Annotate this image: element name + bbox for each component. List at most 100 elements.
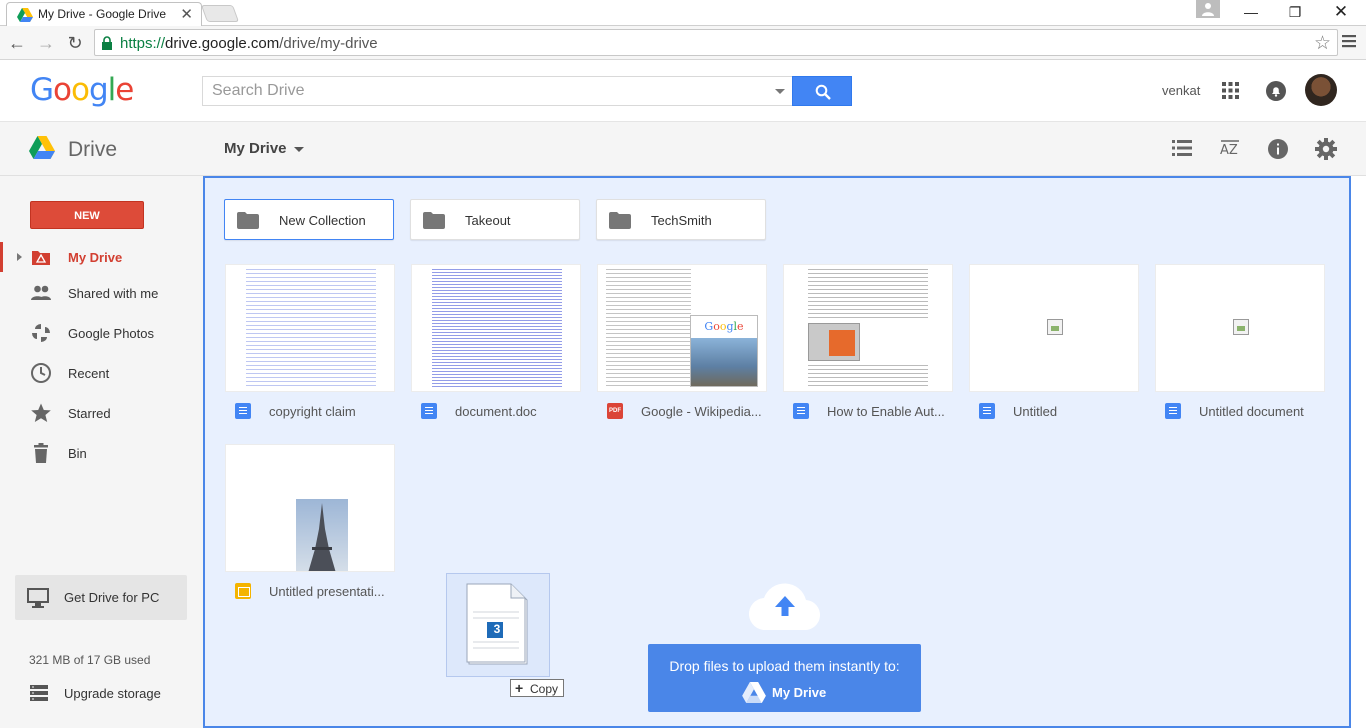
browser-tabstrip: My Drive - Google Drive ✕ — ❐ ✕ [0,0,1366,26]
file-name: document.doc [455,404,537,419]
sort-az-icon[interactable]: AZ [1219,139,1241,159]
file-name: Google - Wikipedia... [641,404,762,419]
storage-icon [30,685,48,701]
copy-cursor-tag: + Copy [510,679,564,697]
search-options-icon[interactable] [775,89,785,94]
file-untitled[interactable]: Untitled [969,264,1139,434]
sidebar-item-label: Starred [68,406,111,421]
tab-title: My Drive - Google Drive [38,7,167,21]
file-copyright-claim[interactable]: copyright claim [225,264,395,434]
file-how-to-enable[interactable]: How to Enable Aut... [783,264,953,434]
logo-letter: o [53,72,72,108]
logo-letter: e [115,72,134,108]
sidebar-item-starred[interactable]: Starred [0,398,203,428]
browser-tab[interactable]: My Drive - Google Drive ✕ [6,2,202,26]
upgrade-storage-link[interactable]: Upgrade storage [30,681,190,705]
close-window-button[interactable]: ✕ [1318,0,1364,24]
plus-icon: + [515,680,524,696]
file-google-wikipedia[interactable]: Google PDF Google - Wikipedia... [597,264,767,434]
new-tab-button[interactable] [200,5,240,22]
logo-letter: o [71,72,90,108]
file-name: How to Enable Aut... [827,404,945,419]
restore-button[interactable]: ❐ [1272,0,1318,24]
forward-arrow-icon[interactable]: → [35,32,57,54]
broken-image-icon [1047,319,1063,335]
search-input[interactable] [203,77,763,105]
file-name: Untitled document [1199,404,1304,419]
file-thumbnail [783,264,953,392]
pdf-icon: PDF [607,403,623,419]
file-thumbnail [225,444,395,572]
expand-arrow-icon[interactable] [17,253,22,261]
drag-ghost: 3 [446,573,550,677]
file-untitled-presentation[interactable]: Untitled presentati... [225,444,395,614]
sidebar-item-shared[interactable]: Shared with me [0,278,203,308]
folder-techsmith[interactable]: TechSmith [596,199,766,240]
browser-toolbar: ← → ↻ https://drive.google.com/drive/my-… [0,26,1366,60]
folder-takeout[interactable]: Takeout [410,199,580,240]
drive-logo-icon[interactable] [29,136,55,159]
file-thumbnail [1155,264,1325,392]
list-view-icon[interactable] [1172,140,1192,156]
doc-icon [793,403,809,419]
tab-close-icon[interactable]: ✕ [180,5,193,23]
url-text: https://drive.google.com/drive/my-drive [120,35,378,52]
google-header: Google venkat [0,60,1366,122]
doc-icon [979,403,995,419]
drive-title[interactable]: Drive [68,138,117,162]
bookmark-star-icon[interactable]: ☆ [1314,32,1331,55]
sidebar-item-bin[interactable]: Bin [0,438,203,468]
address-bar[interactable]: https://drive.google.com/drive/my-drive … [94,29,1338,56]
notifications-bell-icon[interactable] [1266,81,1286,101]
file-document-doc[interactable]: document.doc [411,264,581,434]
breadcrumb[interactable]: My Drive [224,140,287,157]
browser-profile-icon[interactable] [1196,0,1220,18]
sidebar-item-label: Bin [68,446,87,461]
file-thumbnail [225,264,395,392]
avatar[interactable] [1305,74,1337,106]
drop-banner-text: Drop files to upload them instantly to: [669,658,900,674]
apps-grid-icon[interactable] [1222,82,1239,99]
file-thumbnail: Google [597,264,767,392]
sidebar-item-label: My Drive [68,250,123,265]
drive-toolbar: Drive My Drive AZ [0,122,1366,176]
search-box[interactable] [202,76,794,106]
settings-gear-icon[interactable] [1315,138,1337,160]
file-thumbnail [411,264,581,392]
trash-icon [34,443,48,463]
folder-new-collection[interactable]: New Collection [224,199,394,240]
sidebar-item-label: Shared with me [68,286,159,301]
broken-image-icon [1233,319,1249,335]
back-arrow-icon[interactable]: ← [6,32,28,54]
upgrade-storage-label: Upgrade storage [64,686,161,701]
browser-menu-icon[interactable] [1342,34,1356,48]
lock-icon [102,36,112,50]
user-name[interactable]: venkat [1162,83,1200,98]
sidebar-item-recent[interactable]: Recent [0,358,203,388]
sidebar-item-label: Google Photos [68,326,155,341]
folder-icon [423,212,445,229]
breadcrumb-dropdown-icon[interactable] [294,147,304,152]
sidebar: NEW My Drive Shared with me Google Photo… [0,176,203,728]
doc-icon [235,403,251,419]
sidebar-item-photos[interactable]: Google Photos [0,318,203,348]
upload-cloud-icon [748,583,821,631]
doc-icon [1165,403,1181,419]
file-untitled-document[interactable]: Untitled document [1155,264,1325,434]
folder-label: New Collection [279,213,366,228]
reload-icon[interactable]: ↻ [64,32,86,54]
search-button[interactable] [792,76,852,106]
drag-count-badge: 3 [493,622,501,636]
new-button[interactable]: NEW [30,201,144,229]
slides-icon [235,583,251,599]
get-drive-for-pc-button[interactable]: Get Drive for PC [15,575,187,620]
minimize-button[interactable]: — [1228,0,1274,24]
file-thumbnail [969,264,1139,392]
folder-icon [609,212,631,229]
info-icon[interactable] [1268,139,1288,159]
people-icon [31,285,51,300]
sidebar-item-label: Recent [68,366,110,381]
google-logo[interactable]: Google [30,72,134,108]
storage-usage: 321 MB of 17 GB used [29,653,151,667]
sidebar-item-my-drive[interactable]: My Drive [0,242,203,272]
